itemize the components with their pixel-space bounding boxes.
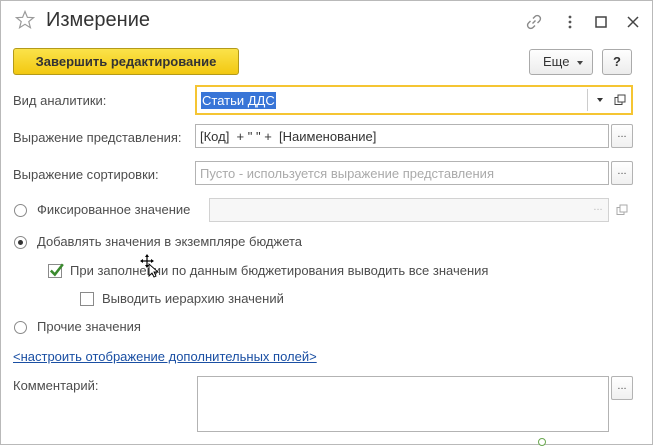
move-cursor-icon [140, 254, 160, 278]
checkmark-icon [49, 263, 64, 277]
fixed-value-input[interactable] [209, 198, 609, 222]
analytics-type-value: Статьи ДДС [201, 92, 276, 109]
fixed-value-select-button[interactable]: ... [587, 198, 609, 222]
comment-textarea[interactable] [197, 376, 609, 432]
sorting-select-button[interactable]: ... [611, 161, 633, 185]
help-button[interactable]: ? [602, 49, 632, 75]
hierarchy-label: Выводить иерархию значений [102, 291, 284, 306]
output-all-label: При заполнении по данным бюджетирования … [70, 263, 489, 278]
representation-select-button[interactable]: ... [611, 124, 633, 148]
more-menu-button[interactable]: Еще [529, 49, 593, 75]
add-values-label: Добавлять значения в экземпляре бюджета [37, 234, 303, 249]
hierarchy-checkbox[interactable] [80, 292, 94, 306]
maximize-icon[interactable] [592, 13, 610, 31]
title-bar: Измерение [1, 1, 652, 41]
representation-value: [Код] + " " + [Наименование] [200, 129, 377, 144]
link-icon[interactable] [525, 13, 543, 31]
open-form-icon[interactable] [616, 204, 628, 216]
output-all-checkbox[interactable] [48, 263, 64, 278]
comment-select-button[interactable]: ... [611, 376, 633, 400]
sorting-placeholder: Пусто - используется выражение представл… [200, 166, 494, 181]
analytics-type-label: Вид аналитики: [13, 93, 107, 108]
fixed-value-label: Фиксированное значение [37, 202, 191, 217]
other-values-radio[interactable] [14, 321, 27, 334]
radio-selected-dot [18, 240, 23, 245]
close-icon[interactable] [624, 13, 642, 31]
analytics-type-dropdown[interactable] [587, 89, 588, 111]
add-values-radio[interactable] [14, 236, 27, 249]
representation-label: Выражение представления: [13, 130, 182, 145]
chevron-down-icon [577, 61, 583, 65]
more-button-label: Еще [543, 54, 570, 69]
fixed-value-radio[interactable] [14, 204, 27, 217]
dialog-window: Измерение Завершить редактирование Еще ?… [0, 0, 653, 446]
comment-label: Комментарий: [13, 378, 99, 393]
sorting-label: Выражение сортировки: [13, 167, 159, 182]
finish-editing-button[interactable]: Завершить редактирование [13, 48, 239, 75]
other-values-label: Прочие значения [37, 319, 141, 334]
more-vert-icon[interactable] [561, 13, 579, 31]
star-icon[interactable] [15, 10, 35, 30]
chevron-down-icon[interactable] [597, 98, 603, 102]
window-title: Измерение [46, 9, 151, 31]
representation-input[interactable]: [Код] + " " + [Наименование] [195, 124, 609, 148]
configure-fields-link[interactable]: <настроить отображение дополнительных по… [13, 349, 317, 364]
open-form-icon[interactable] [614, 94, 626, 106]
sorting-input[interactable]: Пусто - используется выражение представл… [195, 161, 609, 185]
analytics-type-field[interactable]: Статьи ДДС [195, 85, 633, 115]
